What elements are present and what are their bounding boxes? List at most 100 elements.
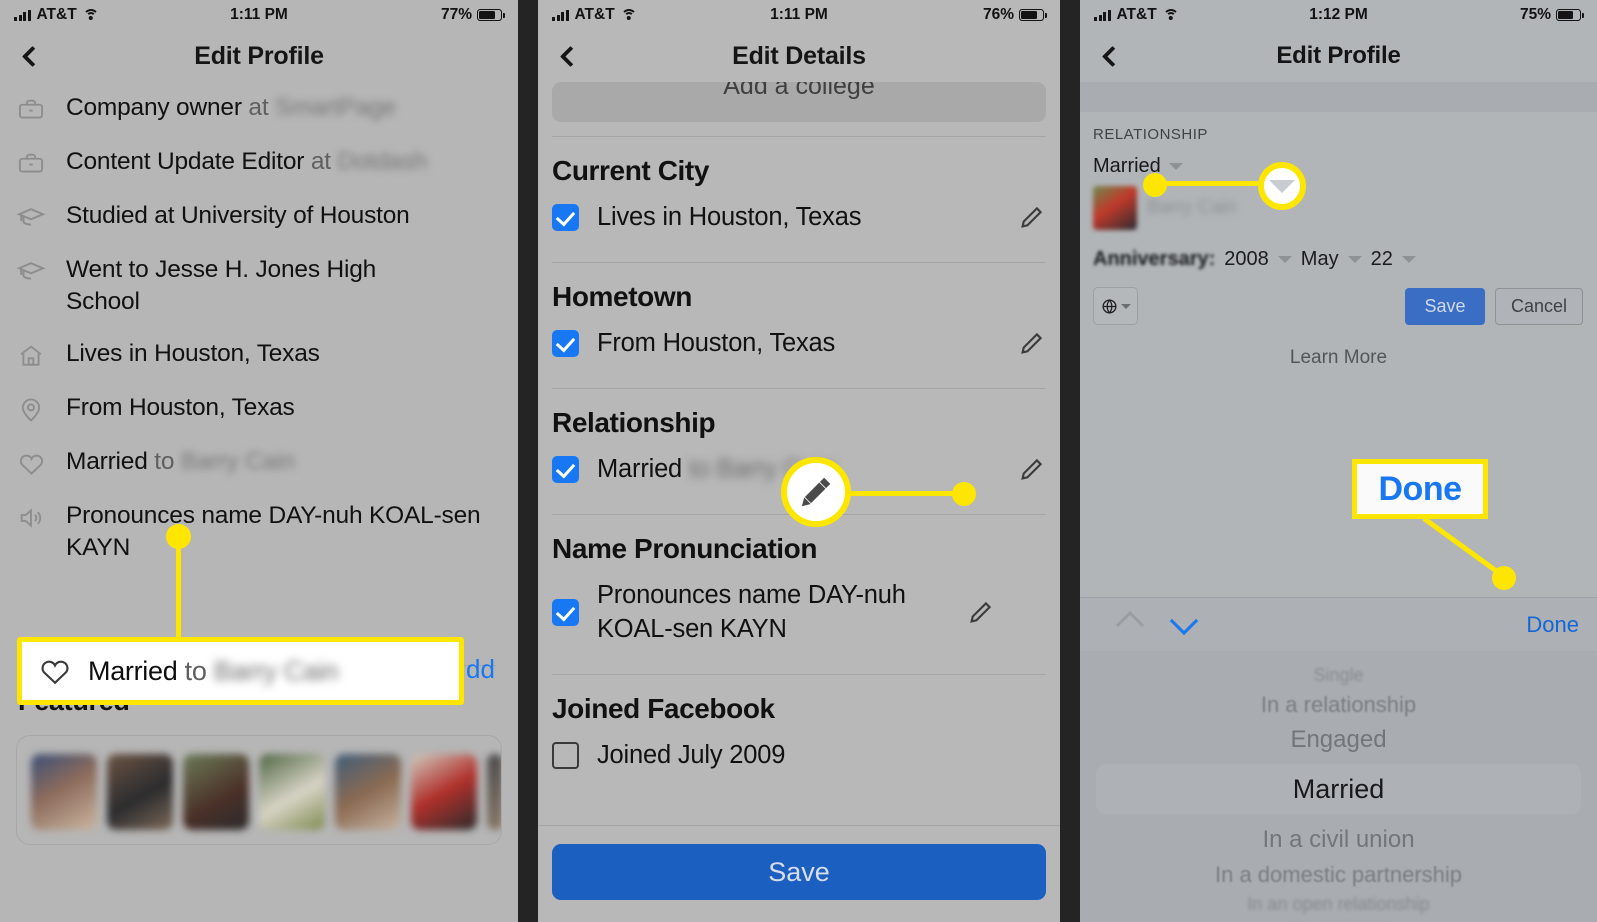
top-band: [1080, 82, 1597, 112]
picker-selected-label: Married: [1292, 773, 1385, 804]
list-item[interactable]: Went to Jesse H. Jones High School: [0, 244, 518, 328]
detail-label: From Houston, Texas: [597, 329, 836, 358]
footer-divider: [538, 825, 1060, 826]
checkbox-checked-icon[interactable]: [552, 330, 579, 358]
callout-label: Married to Barry Cain: [88, 655, 339, 686]
caret-down-icon[interactable]: [1347, 256, 1362, 263]
graduation-cap-icon: [14, 255, 48, 289]
checkbox-checked-icon[interactable]: [552, 599, 579, 627]
callout-anchor-dot: [952, 482, 976, 506]
list-item-label: From Houston, Texas: [66, 393, 295, 421]
graduation-cap-icon: [14, 201, 48, 235]
pencil-icon[interactable]: [965, 599, 995, 626]
details-scroll: Add a college Current City Lives in Hous…: [538, 82, 1060, 786]
featured-thumbnail[interactable]: [183, 754, 249, 831]
cancel-button[interactable]: Cancel: [1495, 287, 1583, 325]
featured-thumbnail[interactable]: [487, 754, 501, 831]
picker-option[interactable]: In a civil union: [1080, 826, 1597, 854]
globe-icon: [1101, 298, 1117, 314]
pencil-icon[interactable]: [1016, 204, 1046, 231]
page-title: Edit Profile: [1276, 42, 1401, 69]
add-college-button[interactable]: Add a college: [552, 82, 1046, 122]
picker-option[interactable]: Engaged: [1080, 726, 1597, 754]
section-heading: Current City: [552, 155, 709, 186]
status-right: 75%: [1520, 6, 1584, 24]
anniversary-month-value[interactable]: May: [1301, 248, 1339, 271]
checkbox-checked-icon[interactable]: [552, 456, 579, 484]
detail-row[interactable]: Pronounces name DAY-nuh KOAL-sen KAYN: [538, 565, 1060, 659]
list-item-label: Married to Barry Cain: [66, 447, 295, 475]
carrier-label: AT&T: [1116, 6, 1157, 23]
add-link[interactable]: dd: [466, 654, 495, 685]
picker-option[interactable]: In a relationship: [1080, 692, 1597, 718]
profile-details-list: Company owner at SmartPage Content Updat…: [0, 82, 518, 573]
caret-down-icon: [1168, 163, 1183, 170]
caret-down-icon[interactable]: [1277, 256, 1292, 263]
callout-anchor-dot: [166, 524, 191, 549]
featured-thumbnail[interactable]: [107, 754, 173, 831]
anniversary-year-value[interactable]: 2008: [1224, 248, 1269, 271]
keyboard-done-button[interactable]: Done: [1526, 612, 1579, 638]
checkbox-unchecked-icon[interactable]: [552, 741, 579, 769]
list-item-label: Pronounces name DAY-nuh KOAL-sen KAYN: [66, 501, 481, 561]
detail-row[interactable]: Lives in Houston, Texas: [538, 187, 1060, 248]
checkbox-checked-icon[interactable]: [552, 204, 579, 232]
list-item-label: Lives in Houston, Texas: [66, 339, 320, 367]
picker-option[interactable]: In an open relationship: [1080, 894, 1597, 915]
list-item[interactable]: Lives in Houston, Texas: [0, 328, 518, 382]
featured-thumbnail[interactable]: [411, 754, 477, 831]
battery-percent: 76%: [982, 6, 1014, 23]
list-item[interactable]: Married to Barry Cain: [0, 436, 518, 490]
relationship-picker-wheel[interactable]: Single In a relationship Engaged Married…: [1080, 651, 1597, 922]
list-item[interactable]: Pronounces name DAY-nuh KOAL-sen KAYN: [0, 490, 518, 574]
featured-thumbnail[interactable]: [31, 754, 97, 831]
battery-percent: 77%: [440, 6, 472, 23]
nav-bar: Edit Profile: [0, 30, 518, 82]
picker-option-selected[interactable]: Married: [1096, 764, 1581, 814]
detail-row[interactable]: From Houston, Texas: [538, 313, 1060, 374]
caret-down-icon[interactable]: [1401, 256, 1416, 263]
detail-label: Pronounces name DAY-nuh KOAL-sen KAYN: [597, 581, 906, 643]
section-heading: Joined Facebook: [552, 692, 775, 724]
detail-label: Lives in Houston, Texas: [597, 203, 862, 231]
nav-bar: Edit Profile: [1080, 30, 1597, 82]
avatar: [1093, 186, 1137, 230]
chevron-down-icon: [1269, 179, 1295, 193]
list-item[interactable]: Studied at University of Houston: [0, 190, 518, 244]
section-heading: Relationship: [552, 407, 716, 439]
relationship-callout[interactable]: Married to Barry Cain: [17, 637, 464, 705]
status-bar: AT&T 1:11 PM 77%: [0, 0, 518, 30]
chevron-up-icon[interactable]: [1115, 610, 1145, 639]
carrier-label: AT&T: [574, 6, 615, 23]
save-button-label: Save: [1424, 295, 1466, 316]
status-bar: AT&T 1:12 PM 75%: [1080, 0, 1597, 30]
picker-option[interactable]: In a domestic partnership: [1080, 862, 1597, 888]
battery-icon: [1019, 9, 1047, 21]
panel-edit-profile-list: AT&T 1:11 PM 77% Edit Profile Company ow…: [0, 0, 518, 922]
page-title: Edit Profile: [194, 41, 324, 70]
chevron-down-icon[interactable]: [1169, 606, 1199, 635]
anniversary-day-value[interactable]: 22: [1371, 248, 1393, 271]
featured-thumbnail[interactable]: [259, 754, 325, 831]
save-button[interactable]: Save: [1405, 287, 1485, 325]
featured-thumbnail[interactable]: [335, 754, 401, 831]
pencil-icon[interactable]: [1016, 456, 1046, 483]
privacy-selector[interactable]: [1093, 287, 1138, 325]
learn-more-link[interactable]: Learn More: [1080, 325, 1597, 369]
briefcase-icon: [14, 147, 48, 181]
picker-option[interactable]: Single: [1080, 665, 1597, 686]
list-item[interactable]: From Houston, Texas: [0, 382, 518, 436]
panel-relationship-picker: AT&T 1:12 PM 75% Edit Profile RELATIONSH…: [1080, 0, 1597, 922]
detail-row[interactable]: Joined July 2009: [538, 725, 1060, 786]
done-callout-label: Done: [1352, 459, 1488, 519]
callout-anchor-dot: [1143, 173, 1167, 197]
featured-card[interactable]: [16, 735, 502, 846]
list-item[interactable]: Content Update Editor at Dotdash: [0, 136, 518, 190]
save-button[interactable]: Save: [552, 844, 1046, 900]
list-item[interactable]: Company owner at SmartPage: [0, 82, 518, 136]
pencil-icon[interactable]: [1016, 330, 1046, 357]
list-item-label: Content Update Editor at Dotdash: [66, 148, 428, 175]
list-item-label: Went to Jesse H. Jones High School: [66, 256, 377, 316]
add-college-label: Add a college: [723, 82, 875, 100]
section-label-relationship: RELATIONSHIP: [1093, 126, 1208, 143]
